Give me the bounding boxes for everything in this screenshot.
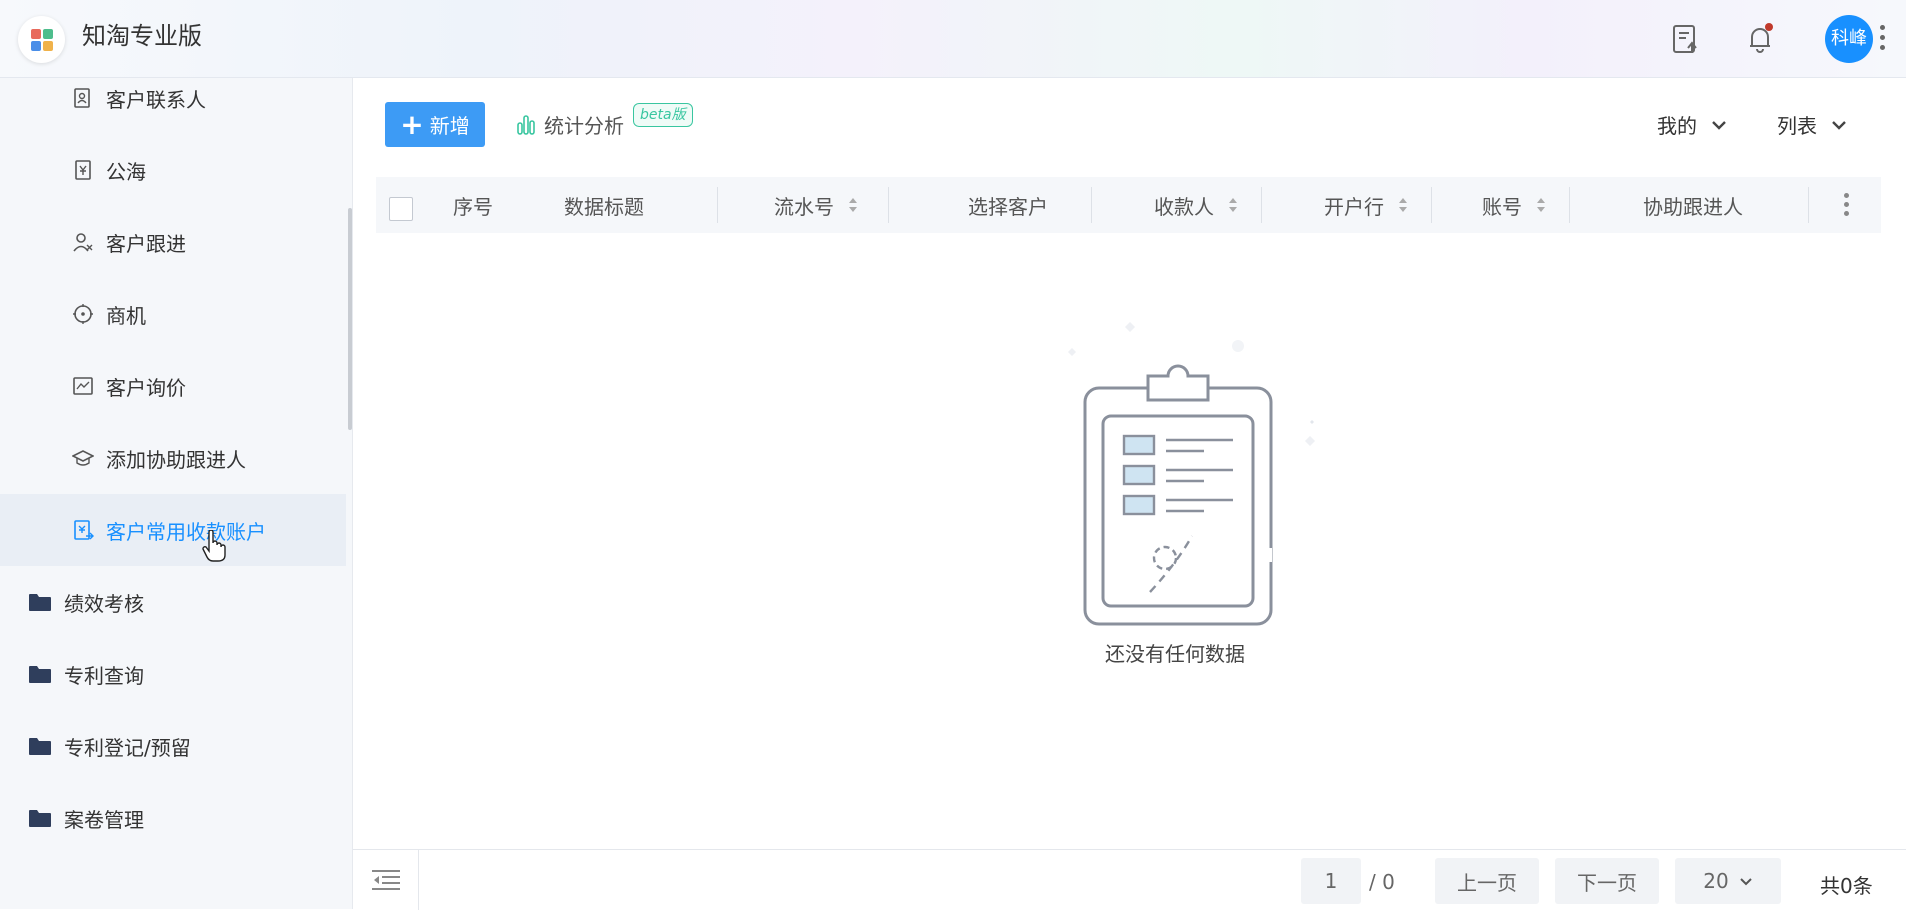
next-page-button[interactable]: 下一页	[1555, 858, 1659, 904]
sidebar-item-customer-contacts[interactable]: 客户联系人	[0, 62, 346, 134]
column-header-payee[interactable]: 收款人	[1126, 177, 1266, 233]
sidebar-item-add-assistant[interactable]: 添加协助跟进人	[0, 422, 346, 494]
chart-icon	[73, 377, 93, 395]
folder-icon	[29, 738, 51, 755]
sort-icon[interactable]	[848, 196, 858, 214]
sidebar-folder-patent-register[interactable]: 专利登记/预留	[0, 710, 346, 782]
folder-icon	[29, 666, 51, 683]
logo-square-green	[43, 29, 53, 39]
column-header-customer[interactable]: 选择客户	[926, 177, 1090, 233]
folder-icon	[29, 594, 51, 611]
sidebar-folder-performance[interactable]: 绩效考核	[0, 566, 346, 638]
plus-icon: +	[400, 107, 424, 141]
column-settings-icon[interactable]	[1841, 191, 1851, 219]
app-title: 知淘专业版	[82, 22, 202, 50]
select-all-checkbox[interactable]	[389, 197, 413, 221]
sidebar-item-public-sea[interactable]: 公海	[0, 134, 346, 206]
column-divider[interactable]	[1808, 187, 1809, 223]
stats-label: 统计分析	[544, 113, 624, 138]
column-divider[interactable]	[888, 187, 889, 223]
logo-square-blue	[31, 41, 41, 51]
mine-dropdown[interactable]: 我的	[1657, 110, 1727, 139]
column-divider[interactable]	[1569, 187, 1570, 223]
indent-icon	[371, 870, 400, 890]
empty-message: 还没有任何数据	[1105, 642, 1245, 666]
sidebar-item-opportunity[interactable]: 商机	[0, 278, 346, 350]
stats-analysis-link[interactable]: 统计分析	[516, 108, 624, 140]
column-divider[interactable]	[717, 187, 718, 223]
table-header: 序号 数据标题 流水号 选择客户 收款人 开户行 账号 协助跟进人	[376, 177, 1881, 233]
page-size-select[interactable]: 20	[1675, 858, 1781, 904]
folder-icon	[29, 810, 51, 827]
sidebar-folder-case-management[interactable]: 案卷管理	[0, 782, 346, 854]
sidebar-item-label: 客户跟进	[106, 231, 186, 256]
page-number-input[interactable]: 1	[1301, 858, 1361, 904]
prev-page-button[interactable]: 上一页	[1435, 858, 1539, 904]
sidebar-item-label: 公海	[106, 159, 146, 184]
chevron-down-icon	[1740, 877, 1752, 885]
chevron-down-icon	[1832, 120, 1846, 130]
column-divider[interactable]	[1431, 187, 1432, 223]
column-header-index: 序号	[453, 194, 493, 219]
user-follow-icon	[73, 233, 93, 252]
sidebar-item-label: 客户询价	[106, 375, 186, 400]
total-count-text: 共0条	[1820, 874, 1873, 898]
chevron-down-icon	[1712, 120, 1726, 130]
mine-label: 我的	[1657, 114, 1697, 138]
document-upload-icon[interactable]	[1668, 22, 1702, 56]
pagination-bar: 1 / 0 上一页 下一页 20 共0条	[353, 849, 1906, 910]
column-header-serial[interactable]: 流水号	[756, 177, 876, 233]
sidebar: 客户联系人 公海 客户跟进 商机 客户询价 添加协助跟进人 客户常用收款账户 绩…	[0, 78, 353, 909]
add-button[interactable]: + 新增	[385, 102, 485, 147]
add-button-label: 新增	[429, 114, 470, 138]
logo-square-red	[31, 29, 41, 39]
sidebar-folder-label: 案卷管理	[64, 807, 144, 832]
sidebar-folder-label: 绩效考核	[64, 591, 144, 616]
column-header-bank[interactable]: 开户行	[1298, 177, 1434, 233]
contact-card-icon	[74, 88, 90, 108]
user-avatar[interactable]: 科峰	[1825, 15, 1873, 63]
sidebar-scrollbar[interactable]	[348, 208, 352, 430]
view-dropdown[interactable]: 列表	[1777, 110, 1847, 139]
column-divider[interactable]	[1261, 187, 1262, 223]
sidebar-item-label: 客户常用收款账户	[106, 519, 266, 544]
sort-icon[interactable]	[1398, 196, 1408, 214]
sidebar-item-label: 客户联系人	[106, 87, 206, 112]
column-header-account[interactable]: 账号	[1458, 177, 1570, 233]
column-divider[interactable]	[1091, 187, 1092, 223]
target-icon	[73, 304, 93, 324]
sidebar-item-customer-followup[interactable]: 客户跟进	[0, 206, 346, 278]
notification-dot	[1765, 23, 1773, 31]
yen-doc-icon	[75, 160, 91, 180]
sidebar-folder-label: 专利登记/预留	[64, 735, 191, 760]
beta-badge: beta版	[633, 103, 693, 127]
hand-cursor-icon	[202, 530, 226, 562]
empty-clipboard-illustration	[1068, 322, 1315, 626]
more-vertical-icon[interactable]	[1878, 22, 1886, 56]
account-icon	[74, 520, 94, 540]
sort-icon[interactable]	[1228, 196, 1238, 214]
sidebar-folder-label: 专利查询	[64, 663, 144, 688]
sidebar-folder-patent-search[interactable]: 专利查询	[0, 638, 346, 710]
sidebar-item-label: 添加协助跟进人	[106, 447, 246, 472]
column-header-title[interactable]: 数据标题	[536, 177, 672, 233]
total-pages-text: / 0	[1369, 870, 1395, 894]
app-logo[interactable]	[18, 16, 65, 63]
view-label: 列表	[1777, 114, 1817, 138]
graduation-cap-icon	[72, 450, 94, 466]
logo-square-yellow	[43, 41, 53, 51]
sidebar-item-label: 商机	[106, 303, 146, 328]
collapse-sidebar-button[interactable]	[353, 850, 419, 910]
sidebar-item-customer-accounts[interactable]: 客户常用收款账户	[0, 494, 346, 566]
sort-icon[interactable]	[1536, 196, 1546, 214]
bell-icon[interactable]	[1743, 22, 1777, 56]
bar-chart-icon	[517, 115, 535, 135]
sidebar-item-customer-inquiry[interactable]: 客户询价	[0, 350, 346, 422]
column-header-assistant[interactable]: 协助跟进人	[1576, 177, 1810, 233]
